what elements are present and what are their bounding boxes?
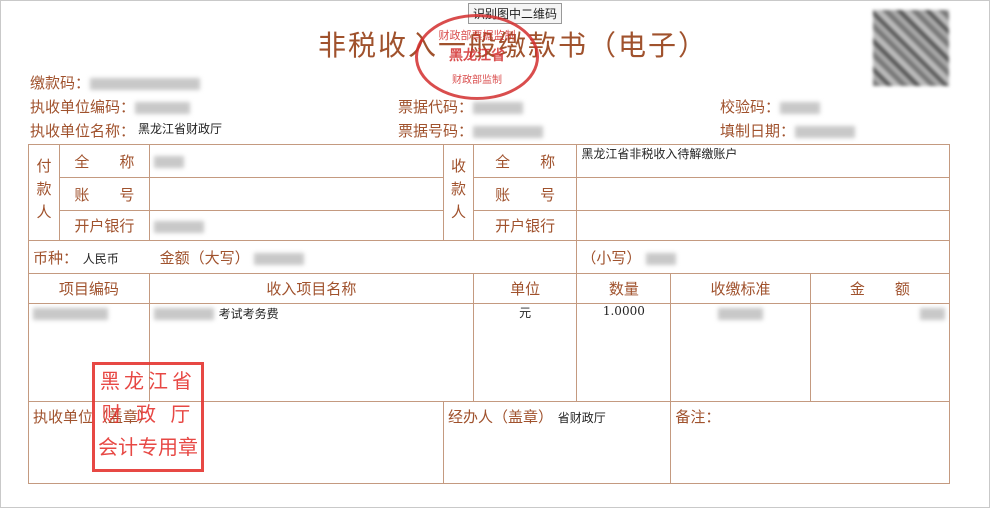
payer-name-label: 全 称	[58, 144, 150, 178]
item-unit: 元	[472, 303, 578, 402]
payer-bank-label: 开户银行	[58, 210, 150, 241]
handler-value: 省财政厅	[557, 411, 606, 425]
seal-line-1: 财政部票据监制	[438, 29, 516, 42]
currency-label: 币种：	[33, 248, 79, 267]
payee-side-label: 收款人	[442, 144, 474, 241]
unit-name-label: 执收单位名称：	[30, 122, 136, 140]
payee-bank-label: 开户银行	[472, 210, 578, 241]
amount-cell: 币种： 人民币 金额（大写）	[27, 240, 578, 274]
payee-bank-value	[576, 210, 950, 241]
col-quantity: 数量	[576, 273, 672, 304]
bill-code-label: 票据代码：	[398, 96, 524, 117]
item-standard-cell	[670, 303, 811, 402]
payee-account-value	[576, 177, 950, 211]
note-label: 备注：	[675, 408, 721, 426]
seal-sq-line-2: 财 政 厅	[101, 402, 195, 426]
unit-code-label: 执收单位编码：	[30, 96, 191, 117]
seal-sq-line-3: 会计专用章	[98, 435, 198, 459]
bill-no-label: 票据号码：	[398, 120, 544, 141]
col-unit: 单位	[472, 273, 578, 304]
payer-account-label: 账 号	[58, 177, 150, 211]
item-amount-cell	[809, 303, 951, 402]
payee-account-label: 账 号	[472, 177, 578, 211]
item-name: 考试考务费	[218, 307, 279, 321]
amount-upper-label: 金额（大写）	[159, 248, 250, 267]
item-quantity: 1.0000	[576, 303, 672, 402]
check-code-label: 校验码：	[720, 96, 821, 117]
seal-sq-line-1: 黑龙江省	[100, 369, 196, 393]
amount-lower-label: （小写）	[581, 248, 642, 267]
fill-date-label: 填制日期：	[720, 120, 856, 141]
pay-code-label: 缴款码：	[30, 72, 201, 93]
qr-code[interactable]	[873, 10, 949, 86]
seal-line-3: 财政部监制	[452, 75, 502, 86]
payer-side-label: 付款人	[28, 144, 60, 241]
note-cell: 备注：	[670, 401, 950, 484]
seal-line-2: 黑龙江省	[449, 48, 505, 64]
unit-seal-cell: 执收单位（盖章）	[28, 401, 444, 484]
payer-name-value	[148, 144, 444, 178]
payer-bank-value	[148, 210, 444, 241]
round-seal: 财政部票据监制 黑龙江省 财政部监制	[415, 14, 539, 100]
col-item-code: 项目编码	[28, 273, 150, 304]
accounting-seal: 黑龙江省 财 政 厅 会计专用章	[92, 362, 204, 472]
handler-cell: 经办人（盖章） 省财政厅	[442, 401, 672, 484]
currency-value: 人民币	[82, 251, 119, 266]
payer-account-value	[148, 177, 444, 211]
col-standard: 收缴标准	[670, 273, 811, 304]
unit-name-value: 黑龙江省财政厅	[138, 122, 223, 136]
col-item-name: 收入项目名称	[148, 273, 474, 304]
payee-name-value: 黑龙江省非税收入待解缴账户	[576, 144, 950, 178]
handler-label: 经办人（盖章）	[447, 408, 553, 426]
amount-lower-cell: （小写）	[576, 240, 950, 274]
payee-name-label: 全 称	[472, 144, 578, 178]
col-amount: 金 额	[809, 273, 951, 304]
